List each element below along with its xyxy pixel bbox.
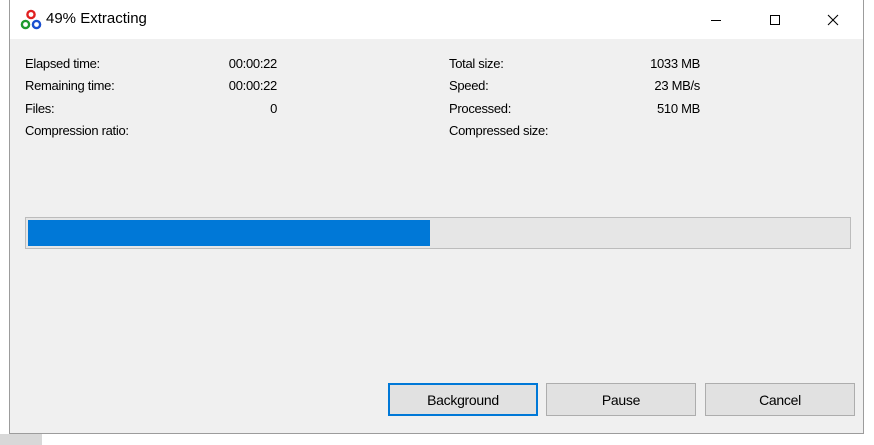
processed-label: Processed: <box>449 101 512 116</box>
close-icon <box>827 14 839 26</box>
compression-ratio-label: Compression ratio: <box>25 123 129 138</box>
total-size-value: 1033 MB <box>650 56 700 71</box>
cancel-button[interactable]: Cancel <box>705 383 855 416</box>
background-button[interactable]: Background <box>388 383 538 416</box>
7zip-app-icon <box>20 9 42 31</box>
title-bar[interactable]: 49% Extracting <box>10 0 863 39</box>
remaining-time-label: Remaining time: <box>25 78 115 93</box>
files-label: Files: <box>25 101 55 116</box>
extract-progress-window: 49% Extracting Elapsed time: 00:00:22 Re… <box>9 0 864 434</box>
remaining-time-value: 00:00:22 <box>228 78 278 93</box>
total-size-label: Total size: <box>449 56 504 71</box>
pause-button[interactable]: Pause <box>546 383 696 416</box>
background-window-edge <box>0 434 42 445</box>
speed-value: 23 MB/s <box>654 78 700 93</box>
close-button[interactable] <box>810 0 856 39</box>
compressed-size-label: Compressed size: <box>449 123 549 138</box>
elapsed-time-label: Elapsed time: <box>25 56 100 71</box>
minimize-icon <box>710 14 722 26</box>
progress-fill <box>28 220 430 246</box>
processed-value: 510 MB <box>656 101 700 116</box>
speed-label: Speed: <box>449 78 489 93</box>
maximize-icon <box>769 14 781 26</box>
maximize-button[interactable] <box>752 0 798 39</box>
minimize-button[interactable] <box>693 0 739 39</box>
elapsed-time-value: 00:00:22 <box>228 56 278 71</box>
extract-progress-bar <box>25 217 851 249</box>
window-title: 49% Extracting <box>46 10 147 27</box>
files-value: 0 <box>270 101 277 116</box>
